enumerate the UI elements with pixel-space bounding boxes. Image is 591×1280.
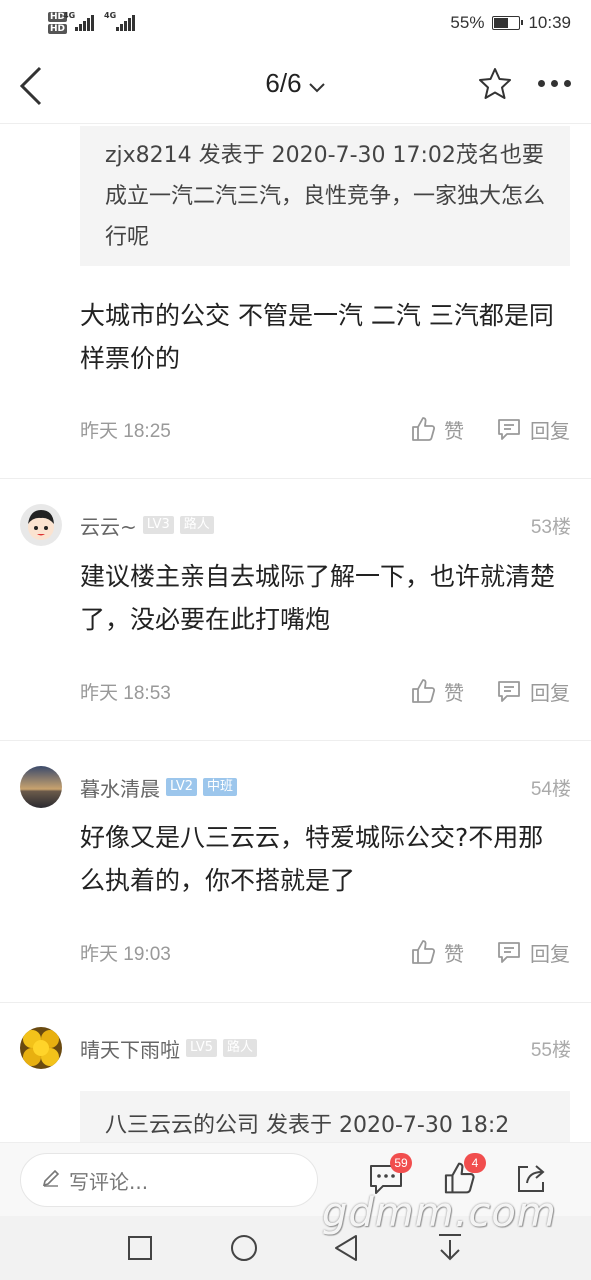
- post-time: 昨天 19:03: [80, 943, 171, 965]
- status-bar: HD HD 4G 4G 55% 10:39: [0, 0, 591, 46]
- floor-number: 55楼: [530, 1039, 571, 1061]
- thumbs-up-icon: [412, 679, 436, 703]
- divider: [0, 740, 591, 741]
- divider: [0, 478, 591, 479]
- like-count-badge: 4: [464, 1153, 486, 1173]
- battery-percent: 55%: [450, 13, 485, 32]
- username[interactable]: 云云~: [80, 511, 137, 540]
- like-label: 赞: [444, 420, 464, 443]
- like-button[interactable]: 赞: [410, 677, 464, 706]
- post-text: 大城市的公交 不管是一汽 二汽 三汽都是同样票价的: [80, 301, 554, 373]
- star-icon[interactable]: [477, 66, 513, 106]
- avatar[interactable]: [20, 766, 62, 808]
- post-time: 昨天 18:53: [80, 682, 171, 704]
- user-row: 云云~ LV3 路人 53楼: [20, 503, 571, 547]
- comment-input[interactable]: 写评论...: [20, 1153, 318, 1207]
- clock: 10:39: [528, 13, 571, 32]
- reply-button[interactable]: 回复: [496, 938, 570, 967]
- like-button[interactable]: 赞: [410, 415, 464, 444]
- post-text: 建议楼主亲自去城际了解一下，也许就清楚了，没必要在此打嘴炮: [80, 562, 556, 634]
- level-badge: LV3: [142, 516, 174, 534]
- notification-pull-icon[interactable]: [436, 1232, 464, 1266]
- reply-icon: [498, 942, 520, 963]
- reply-icon: [498, 419, 520, 440]
- quote-block: zjx8214 发表于 2020-7-30 17:02茂名也要成立一汽二汽三汽，…: [80, 126, 570, 266]
- avatar[interactable]: [20, 504, 62, 546]
- signal-icon-2: 4G: [104, 11, 136, 31]
- floor-number: 53楼: [530, 516, 571, 538]
- username[interactable]: 晴天下雨啦: [80, 1034, 180, 1063]
- post-meta: 昨天 18:53 赞 回复: [80, 676, 570, 706]
- signal-icon: 4G: [63, 11, 95, 31]
- quote-block: 八三云云的公司 发表于 2020-7-30 18:2: [80, 1091, 570, 1142]
- title-badge: 路人: [179, 516, 214, 534]
- title-badge: 路人: [222, 1039, 257, 1057]
- title-badge: 中班: [202, 778, 237, 796]
- battery-icon: [492, 16, 524, 30]
- username[interactable]: 暮水清晨: [80, 773, 160, 802]
- top-nav: 6/6: [0, 46, 591, 124]
- reply-label: 回复: [530, 943, 570, 966]
- like-label: 赞: [444, 943, 464, 966]
- comment-placeholder: 写评论...: [69, 1169, 149, 1194]
- avatar[interactable]: [20, 1027, 62, 1069]
- post-time: 昨天 18:25: [80, 420, 171, 442]
- reply-label: 回复: [530, 420, 570, 443]
- pencil-icon: [41, 1168, 61, 1193]
- user-row: 暮水清晨 LV2 中班 54楼: [20, 765, 571, 809]
- user-row: 晴天下雨啦 LV5 路人 55楼: [20, 1026, 571, 1070]
- like-button[interactable]: 赞: [410, 938, 464, 967]
- back-triangle-icon[interactable]: [332, 1233, 360, 1267]
- post-text: 好像又是八三云云，特爱城际公交?不用那么执着的，你不搭就是了: [80, 823, 544, 895]
- floor-number: 54楼: [530, 778, 571, 800]
- chevron-down-icon: [308, 70, 326, 101]
- more-icon[interactable]: [538, 80, 571, 87]
- level-badge: LV2: [166, 778, 197, 796]
- like-label: 赞: [444, 682, 464, 705]
- home-icon[interactable]: [229, 1233, 259, 1267]
- thumbs-up-icon: [412, 417, 436, 441]
- reply-label: 回复: [530, 682, 570, 705]
- post-meta: 昨天 18:25 赞 回复: [80, 414, 570, 444]
- comment-count-badge: 59: [390, 1153, 412, 1173]
- recent-apps-icon[interactable]: [127, 1235, 153, 1265]
- page-indicator: 6/6: [265, 68, 302, 98]
- divider: [0, 1002, 591, 1003]
- post-meta: 昨天 19:03 赞 回复: [80, 937, 570, 967]
- reply-button[interactable]: 回复: [496, 677, 570, 706]
- reply-icon: [498, 681, 520, 702]
- level-badge: LV5: [186, 1039, 217, 1057]
- reply-button[interactable]: 回复: [496, 415, 570, 444]
- watermark: gdmm.com: [322, 1190, 557, 1236]
- thumbs-up-icon: [412, 940, 436, 964]
